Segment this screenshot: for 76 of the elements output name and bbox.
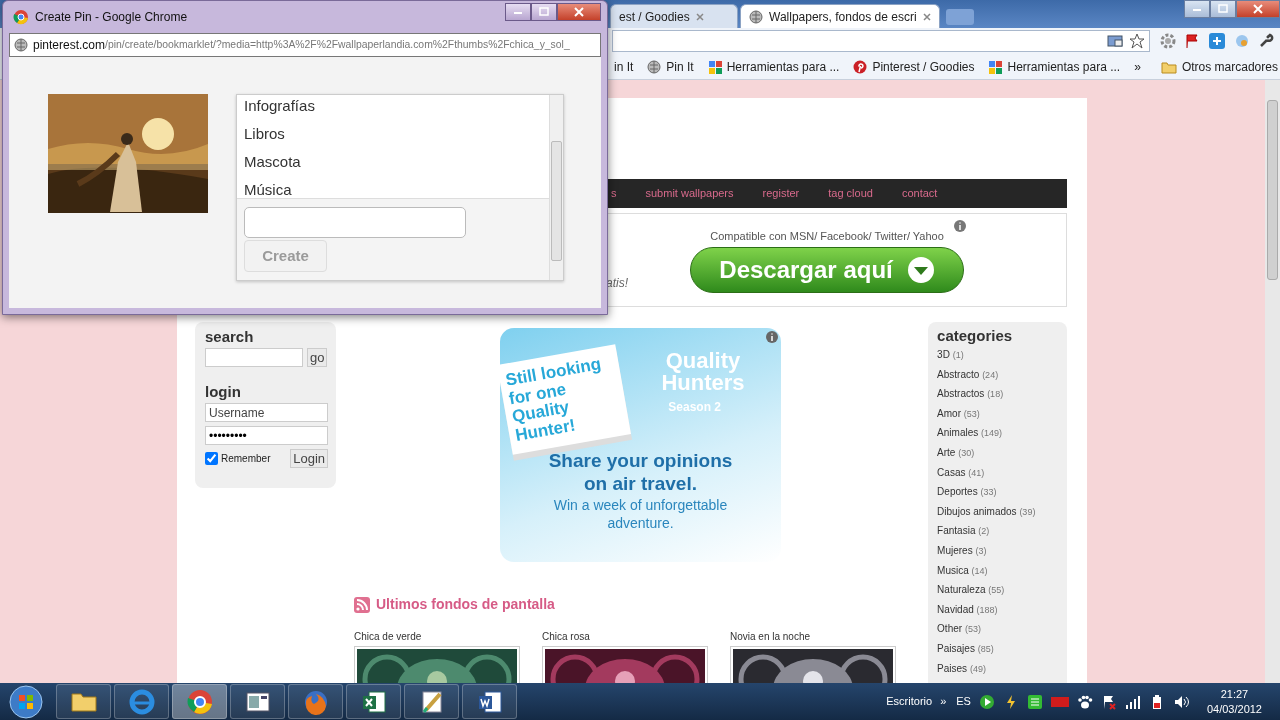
go-button[interactable]: go — [307, 348, 328, 367]
category-link[interactable]: Deportes — [937, 486, 978, 498]
bookmark-folder[interactable]: Otros marcadores — [1160, 57, 1278, 76]
item-count: (18) — [987, 389, 1004, 400]
chevron-button[interactable]: » — [940, 693, 947, 710]
list-option[interactable]: Libros — [237, 119, 549, 147]
nav-link[interactable]: tag cloud — [828, 185, 873, 202]
toolbar-label[interactable]: Escritorio — [886, 693, 933, 710]
category-link[interactable]: Naturaleza — [937, 584, 986, 596]
nav-link[interactable]: register — [762, 185, 800, 202]
item-count: (24) — [982, 369, 999, 380]
ad-subtitle: Season 2 — [668, 399, 721, 416]
category-link[interactable]: Paises — [937, 662, 968, 674]
section-heading: search — [205, 328, 255, 346]
item-count: (188) — [976, 604, 998, 615]
ad-note: Compatible con MSN/ Facebook/ Twitter/ Yahoo — [710, 229, 944, 244]
window-title: Create Pin - Google Chrome — [35, 9, 188, 26]
clock-time: 21:27 — [1219, 687, 1250, 702]
category-link[interactable]: Navidad — [937, 603, 974, 615]
nav-link[interactable]: contact — [901, 185, 938, 202]
list-option[interactable]: Infografías — [237, 95, 549, 119]
category-link[interactable]: Amor — [937, 407, 961, 419]
section-heading: login — [205, 383, 242, 401]
item-count: (53) — [963, 408, 980, 419]
ad-text: Win a week of unforgettable adventure. — [552, 496, 729, 533]
nav-link[interactable]: s — [611, 185, 617, 202]
item-count: (49) — [969, 663, 986, 674]
list-option[interactable]: Mascota — [237, 147, 549, 175]
bookmark[interactable]: in It — [614, 57, 634, 76]
item-count: (41) — [968, 467, 985, 478]
category-link[interactable]: Other — [937, 623, 963, 635]
category-link[interactable]: Casas — [937, 466, 966, 478]
category-link[interactable]: Arte — [937, 446, 956, 458]
category-link[interactable]: Animales — [937, 427, 979, 439]
bookmark[interactable]: Herramientas para ... — [988, 57, 1121, 76]
browser-tab[interactable]: est / Goodies — [610, 4, 738, 28]
bookmark[interactable]: Pinterest / Goodies — [853, 57, 975, 76]
category-link[interactable]: Fantasia — [937, 525, 976, 537]
checkbox-label: Remember — [221, 452, 271, 466]
item-count: (53) — [964, 624, 981, 635]
browser-tab[interactable]: Wallpapers, fondos de escri — [740, 4, 940, 28]
item-count: (30) — [958, 447, 975, 458]
clock-date: 04/03/2012 — [1206, 701, 1262, 716]
item-count: (55) — [988, 585, 1005, 596]
bookmark[interactable]: Pin It — [647, 57, 694, 76]
url-path: /pin/create/bookmarklet/?media=http%3A%2F%2Fwallpaperlandia.com%2Fthumbs%2Fchica_y_sol_ — [105, 38, 570, 51]
category-link[interactable]: Musica — [937, 564, 969, 576]
item-count: (14) — [971, 565, 988, 576]
category-link[interactable]: Abstracto — [937, 368, 980, 380]
category-link[interactable]: 3D — [937, 349, 950, 360]
login-button[interactable]: Login — [290, 449, 328, 468]
category-link[interactable]: Abstractos — [937, 388, 985, 400]
list-option[interactable]: Música — [237, 175, 549, 198]
item-count: (85) — [977, 643, 994, 654]
category-link[interactable]: Mujeres — [937, 544, 973, 556]
password-field[interactable]: ••••••••• — [205, 426, 328, 445]
thumbnail-caption: Novia en la noche — [730, 630, 812, 644]
bookmark[interactable]: Herramientas para ... — [707, 57, 840, 76]
thumbnail-caption: Chica de verde — [354, 630, 423, 644]
item-count: (3) — [975, 545, 987, 556]
item-count: (39) — [1019, 506, 1036, 517]
item-count: (149) — [981, 428, 1003, 439]
nav-link[interactable]: submit wallpapers — [645, 185, 734, 202]
category-link[interactable]: Paisajes — [937, 642, 975, 654]
item-count: (1) — [952, 350, 964, 360]
username-field[interactable]: Username — [205, 403, 328, 422]
ad-title: Quality Hunters — [660, 350, 746, 394]
thumbnail-caption: Chica rosa — [542, 630, 591, 644]
section-heading: categories — [937, 327, 1014, 345]
more-bookmarks-button[interactable]: » — [1134, 57, 1141, 76]
category-link[interactable]: Dibujos animados — [937, 505, 1017, 517]
section-title: Ultimos fondos de pantalla — [376, 595, 555, 614]
item-count: (2) — [978, 526, 990, 537]
language-indicator[interactable]: ES — [956, 693, 971, 710]
url-domain: pinterest.com — [33, 37, 106, 54]
item-count: (33) — [980, 487, 997, 498]
